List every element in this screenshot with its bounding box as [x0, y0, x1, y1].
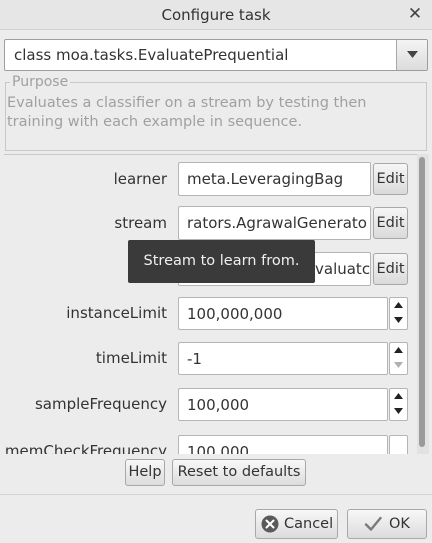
- ok-button[interactable]: OK: [347, 509, 427, 539]
- stream-field[interactable]: rators.AgrawalGenerato: [178, 206, 371, 240]
- checkmark-icon: [364, 516, 382, 531]
- learner-field[interactable]: meta.LeveragingBag: [178, 162, 371, 196]
- divider: [0, 494, 432, 495]
- spinner-down[interactable]: [390, 313, 407, 328]
- help-button[interactable]: Help: [125, 459, 165, 486]
- stream-edit-button[interactable]: Edit: [373, 207, 408, 239]
- learner-value: meta.LeveragingBag: [187, 170, 344, 188]
- sample-frequency-label: sampleFrequency: [34, 395, 167, 413]
- spinner-down[interactable]: [390, 358, 407, 373]
- dropdown-button[interactable]: [396, 40, 427, 70]
- arrow-up-icon: [394, 393, 403, 399]
- mem-check-frequency-label: memCheckFrequency: [4, 442, 167, 454]
- options-scrollbar[interactable]: [417, 154, 429, 454]
- evaluator-value: valuatc: [315, 260, 371, 278]
- arrow-down-icon: [394, 317, 403, 323]
- instance-limit-spinner[interactable]: [389, 297, 408, 330]
- close-icon[interactable]: ✕: [404, 3, 426, 25]
- spinner-up[interactable]: [390, 298, 407, 313]
- purpose-description: Evaluates a classifier on a stream by te…: [7, 95, 367, 130]
- spinner-down[interactable]: [390, 404, 407, 419]
- scrollbar-thumb[interactable]: [419, 157, 425, 447]
- ok-label: OK: [389, 516, 410, 532]
- tooltip: Stream to learn from.: [128, 240, 315, 283]
- purpose-title: Purpose: [10, 73, 71, 91]
- cancel-button[interactable]: Cancel: [255, 509, 338, 539]
- instance-limit-field[interactable]: 100,000,000: [178, 297, 388, 330]
- task-class-select[interactable]: class moa.tasks.EvaluatePrequential: [4, 39, 428, 71]
- reset-defaults-button[interactable]: Reset to defaults: [172, 459, 306, 486]
- learner-edit-button[interactable]: Edit: [373, 163, 408, 195]
- sample-frequency-spinner[interactable]: [389, 388, 408, 421]
- time-limit-spinner[interactable]: [389, 342, 408, 375]
- cancel-icon: [261, 515, 279, 533]
- stream-label: stream: [114, 214, 167, 232]
- learner-label: learner: [113, 170, 167, 188]
- mem-check-frequency-spinner[interactable]: [389, 435, 408, 454]
- tooltip-text: Stream to learn from.: [143, 253, 300, 269]
- purpose-panel: Purpose Evaluates a classifier on a stre…: [5, 73, 427, 151]
- arrow-up-icon: [394, 347, 403, 353]
- arrow-down-icon: [394, 362, 403, 368]
- time-limit-value: -1: [187, 350, 202, 368]
- window-title: Configure task: [161, 6, 271, 24]
- time-limit-label: timeLimit: [95, 349, 167, 367]
- sample-frequency-field[interactable]: 100,000: [178, 388, 388, 421]
- arrow-up-icon: [394, 302, 403, 308]
- spinner-up[interactable]: [390, 343, 407, 358]
- cancel-label: Cancel: [284, 516, 334, 532]
- evaluator-edit-button[interactable]: Edit: [373, 253, 408, 285]
- mem-check-frequency-field[interactable]: 100,000: [178, 435, 388, 454]
- arrow-down-icon: [394, 408, 403, 414]
- instance-limit-label: instanceLimit: [66, 304, 167, 322]
- options-panel: learner meta.LeveragingBag Edit stream r…: [4, 154, 417, 454]
- instance-limit-value: 100,000,000: [187, 305, 283, 323]
- time-limit-field[interactable]: -1: [178, 342, 388, 375]
- spinner-up[interactable]: [390, 389, 407, 404]
- task-class-value: class moa.tasks.EvaluatePrequential: [14, 46, 289, 64]
- mem-check-frequency-value: 100,000: [187, 443, 250, 454]
- chevron-down-icon: [407, 51, 418, 58]
- stream-value: rators.AgrawalGenerato: [187, 214, 367, 232]
- sample-frequency-value: 100,000: [187, 396, 250, 414]
